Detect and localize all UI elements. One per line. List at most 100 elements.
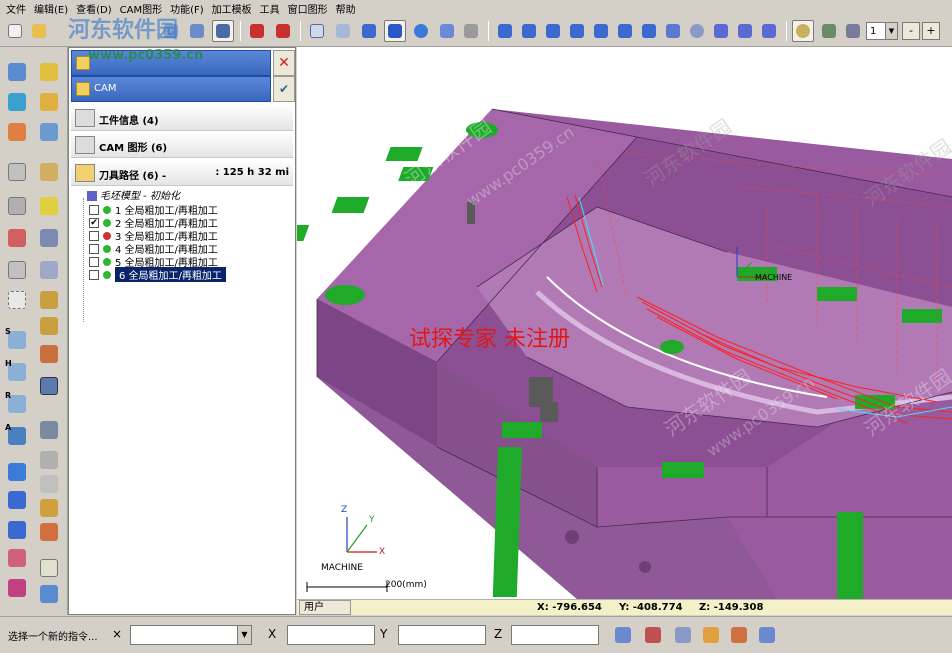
help-icon[interactable] <box>756 624 778 646</box>
section-toolpath[interactable]: 刀具路径 (6) - : 125 h 32 mi <box>71 160 293 186</box>
shaded-view-icon[interactable] <box>358 20 380 42</box>
cube-icon[interactable] <box>4 159 30 185</box>
rest-r-icon[interactable]: R <box>4 391 30 417</box>
checkmark-icon[interactable]: ✔ <box>273 76 295 102</box>
view-iso-1-icon[interactable] <box>566 20 588 42</box>
sphere-view-icon[interactable] <box>410 20 432 42</box>
stock-icon-2[interactable] <box>36 159 62 185</box>
tool-measure-icon[interactable] <box>818 20 840 42</box>
view-cube-icon[interactable] <box>4 487 30 513</box>
export-icon[interactable] <box>36 581 62 607</box>
z-input[interactable] <box>511 625 599 645</box>
color-box-icon[interactable] <box>4 575 30 601</box>
view-iso-icon[interactable] <box>4 459 30 485</box>
tool-icon[interactable] <box>36 287 62 313</box>
table-view-icon[interactable] <box>186 20 208 42</box>
stock-shade-icon[interactable] <box>36 555 62 581</box>
bar-icon[interactable] <box>36 471 62 497</box>
dashed-box-icon[interactable] <box>4 287 30 313</box>
render-view-icon[interactable] <box>436 20 458 42</box>
toolpath-icon[interactable] <box>4 89 30 115</box>
bit-icon[interactable] <box>36 447 62 473</box>
y-input[interactable] <box>398 625 486 645</box>
operation-checkbox[interactable] <box>89 230 99 241</box>
shaded-edges-view-icon[interactable] <box>384 20 406 42</box>
clamp-icon[interactable] <box>36 519 62 545</box>
new-file-icon[interactable] <box>4 20 26 42</box>
chevron-down-icon[interactable]: ▼ <box>237 626 251 644</box>
model-icon[interactable] <box>4 59 30 85</box>
tool-holder-2-icon[interactable] <box>36 495 62 521</box>
boundary-icon[interactable] <box>36 89 62 115</box>
menu-edit[interactable]: 编辑(E) <box>30 1 72 16</box>
view-z-plus-icon[interactable] <box>542 20 564 42</box>
wireframe-view-icon[interactable] <box>306 20 328 42</box>
box-select-icon[interactable] <box>4 257 30 283</box>
tool-a-icon[interactable]: A <box>4 423 30 449</box>
section-cam-graphics[interactable]: CAM 图形 (6) <box>71 132 293 158</box>
snap-icon[interactable] <box>792 20 814 42</box>
play-icon[interactable] <box>36 59 62 85</box>
operation-checkbox[interactable] <box>89 269 99 280</box>
select-zoom-icon[interactable] <box>642 624 664 646</box>
box-icon[interactable] <box>4 193 30 219</box>
pointer-icon[interactable] <box>612 624 634 646</box>
section-workpiece[interactable]: 工件信息 (4) <box>71 105 293 131</box>
drill-icon[interactable] <box>36 417 62 443</box>
layer-select[interactable]: 1 ▼ <box>866 22 898 40</box>
pan-icon[interactable] <box>734 20 756 42</box>
user-tab[interactable]: 用户 <box>299 600 351 615</box>
operation-row-selected[interactable]: 6 全局粗加工/再粗加工 <box>89 267 226 282</box>
zoom-fit-icon[interactable] <box>662 20 684 42</box>
close-icon[interactable]: × <box>112 627 122 641</box>
lightning-icon[interactable] <box>36 193 62 219</box>
edit-icon[interactable] <box>728 624 750 646</box>
select-box-icon[interactable] <box>672 624 694 646</box>
zoom-out-icon[interactable] <box>758 20 780 42</box>
zoom-in-icon[interactable] <box>710 20 732 42</box>
menu-machining-template[interactable]: 加工模板 <box>208 1 256 16</box>
close-icon[interactable]: ✕ <box>273 50 295 76</box>
holder-h-icon[interactable]: H <box>4 359 30 385</box>
operation-checkbox[interactable]: ✔ <box>89 217 99 228</box>
menu-tools[interactable]: 工具 <box>256 1 284 16</box>
view-x-minus-icon[interactable] <box>590 20 612 42</box>
tool-icon-2[interactable] <box>36 313 62 339</box>
menu-file[interactable]: 文件 <box>2 1 30 16</box>
view-x-plus-icon[interactable] <box>494 20 516 42</box>
chevron-down-icon[interactable]: ▼ <box>885 23 897 39</box>
zoom-icon[interactable] <box>686 20 708 42</box>
view-z-minus-icon[interactable] <box>638 20 660 42</box>
decrease-button[interactable]: - <box>902 22 920 40</box>
graphics-viewport[interactable]: 试探专家 未注册 MACHINE MACHINE 200(mm) X Y Z 河… <box>297 47 952 599</box>
color-cube-icon[interactable] <box>4 545 30 571</box>
lasso-icon[interactable] <box>700 624 722 646</box>
command-combo[interactable]: ▼ <box>130 625 252 645</box>
hidden-line-view-icon[interactable] <box>332 20 354 42</box>
box-red-icon[interactable] <box>4 225 30 251</box>
laptop-icon[interactable] <box>36 225 62 251</box>
machine-axis-icon[interactable] <box>272 20 294 42</box>
list-icon[interactable] <box>36 257 62 283</box>
axis-icon[interactable] <box>246 20 268 42</box>
tree-root-stock[interactable]: 毛坯模型 - 初始化 <box>87 187 180 202</box>
increase-button[interactable]: + <box>922 22 940 40</box>
x-input[interactable] <box>287 625 375 645</box>
camera-icon[interactable] <box>460 20 482 42</box>
simulation-icon[interactable] <box>36 373 62 399</box>
stock-icon[interactable] <box>36 119 62 145</box>
menu-help[interactable]: 帮助 <box>332 1 360 16</box>
panel-toggle-icon[interactable] <box>212 20 234 42</box>
levels-icon[interactable] <box>4 119 30 145</box>
open-folder-icon[interactable] <box>28 20 50 42</box>
tool-icon-3[interactable] <box>36 341 62 367</box>
view-y-plus-icon[interactable] <box>518 20 540 42</box>
operation-checkbox[interactable] <box>89 204 99 215</box>
operation-checkbox[interactable] <box>89 256 99 267</box>
view-box-icon[interactable] <box>4 517 30 543</box>
panel-tab-cam[interactable]: CAM <box>71 76 271 102</box>
tool-holder-icon[interactable] <box>842 20 864 42</box>
shading-s-icon[interactable]: S <box>4 327 30 353</box>
menu-window-graphics[interactable]: 窗口图形 <box>284 1 332 16</box>
view-y-minus-icon[interactable] <box>614 20 636 42</box>
